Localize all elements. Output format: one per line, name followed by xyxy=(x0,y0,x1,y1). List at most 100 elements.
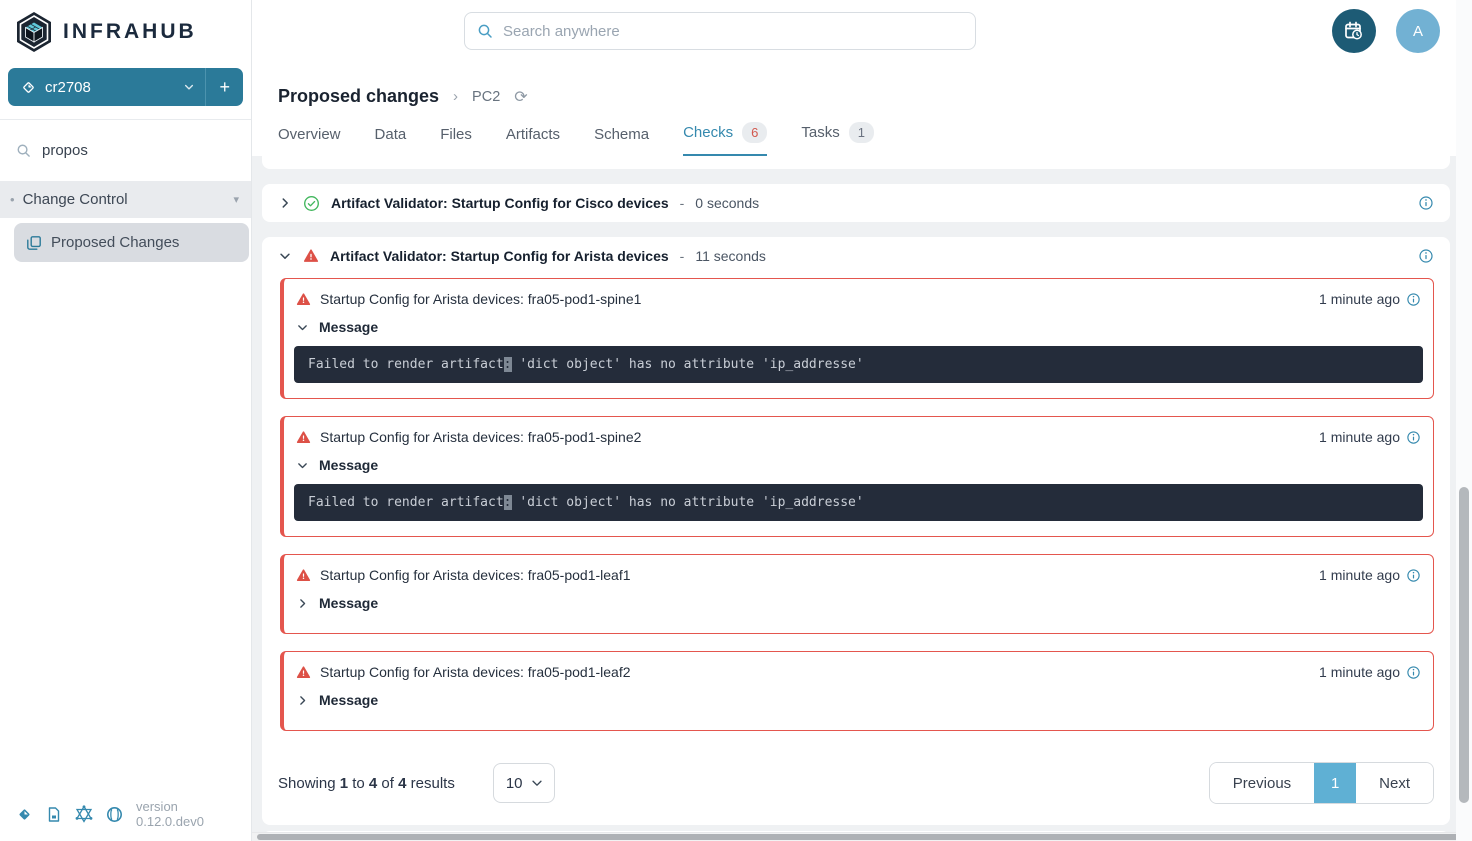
section-label: Change Control xyxy=(23,191,128,208)
pager: Previous 1 Next xyxy=(1209,762,1434,804)
tab-bar: Overview Data Files Artifacts Schema Che… xyxy=(278,122,1472,156)
branch-name: cr2708 xyxy=(45,79,91,96)
sidebar-search-input[interactable] xyxy=(42,142,241,159)
error-triangle-icon xyxy=(296,430,311,445)
next-page-button[interactable]: Next xyxy=(1356,763,1433,803)
message-toggle[interactable]: Message xyxy=(284,686,1433,717)
validator-row-cisco: Artifact Validator: Startup Config for C… xyxy=(262,184,1450,222)
info-icon[interactable] xyxy=(1406,568,1421,583)
check-title: Startup Config for Arista devices: fra05… xyxy=(320,429,641,445)
validator-row-partial xyxy=(262,156,1450,169)
pagination: Showing 1 to 4 of 4 results 10 Previous … xyxy=(262,748,1450,823)
brand-name: INFRAHUB xyxy=(63,20,197,44)
sidebar-spacer xyxy=(0,262,251,787)
tab-overview[interactable]: Overview xyxy=(278,126,341,156)
validator-row-arista: Artifact Validator: Startup Config for A… xyxy=(262,237,1450,825)
user-avatar[interactable]: A xyxy=(1396,9,1440,53)
section-collapse-icon[interactable]: ▾ xyxy=(233,193,239,206)
info-icon[interactable] xyxy=(1406,430,1421,445)
checks-count-badge: 6 xyxy=(742,122,767,143)
breadcrumb: Proposed changes › PC2 ⟳ xyxy=(278,86,1472,107)
tasks-count-badge: 1 xyxy=(849,122,874,143)
docs-icon[interactable] xyxy=(46,806,62,823)
results-summary: Showing 1 to 4 of 4 results xyxy=(278,775,455,792)
checks-list: Artifact Validator: Startup Config for C… xyxy=(252,156,1472,832)
horizontal-scrollbar-thumb[interactable] xyxy=(257,834,1462,840)
previous-page-button[interactable]: Previous xyxy=(1210,763,1314,803)
validator-duration: 11 seconds xyxy=(695,248,766,264)
check-card-spine2: Startup Config for Arista devices: fra05… xyxy=(280,416,1434,537)
check-card-header: Startup Config for Arista devices: fra05… xyxy=(284,555,1433,589)
error-message-code-block: Failed to render artifact: 'dict object'… xyxy=(294,484,1423,521)
main-area: A Proposed changes › PC2 ⟳ Overview Data… xyxy=(252,0,1472,841)
vertical-scrollbar[interactable] xyxy=(1456,0,1472,841)
message-toggle[interactable]: Message xyxy=(284,589,1433,620)
message-label: Message xyxy=(319,692,378,708)
check-title: Startup Config for Arista devices: fra05… xyxy=(320,567,631,583)
tab-schema[interactable]: Schema xyxy=(594,126,649,156)
sidebar: INFRAHUB cr2708 + ✕ • Change Control ▾ xyxy=(0,0,252,841)
tab-checks[interactable]: Checks 6 xyxy=(683,122,767,156)
check-timestamp: 1 minute ago xyxy=(1319,291,1421,307)
page-size-select[interactable]: 10 xyxy=(493,763,555,803)
global-search[interactable] xyxy=(464,12,976,50)
text-cursor: : xyxy=(504,357,512,372)
chevron-down-icon xyxy=(530,776,544,790)
search-icon xyxy=(16,143,31,158)
sidebar-search[interactable]: ✕ xyxy=(0,120,251,181)
tab-artifacts[interactable]: Artifacts xyxy=(506,126,560,156)
validator-separator: - xyxy=(680,195,685,211)
validator-name: Artifact Validator: Startup Config for C… xyxy=(331,195,669,211)
tab-files[interactable]: Files xyxy=(440,126,472,156)
horizontal-scrollbar[interactable] xyxy=(252,832,1472,841)
global-search-input[interactable] xyxy=(503,23,963,40)
validator-duration: 0 seconds xyxy=(695,195,759,211)
chevron-down-icon[interactable] xyxy=(173,81,205,93)
version-label: version 0.12.0.dev0 xyxy=(136,799,237,829)
refresh-icon[interactable]: ⟳ xyxy=(514,87,527,107)
check-timestamp: 1 minute ago xyxy=(1319,664,1421,680)
sidebar-footer: version 0.12.0.dev0 xyxy=(0,787,251,841)
error-message-code-block: Failed to render artifact: 'dict object'… xyxy=(294,346,1423,383)
chevron-down-icon[interactable] xyxy=(278,249,292,263)
message-label: Message xyxy=(319,319,378,335)
check-timestamp: 1 minute ago xyxy=(1319,429,1421,445)
chevron-right-icon xyxy=(296,694,309,707)
graphql-icon[interactable] xyxy=(75,805,93,823)
breadcrumb-item[interactable]: PC2 xyxy=(472,89,500,105)
info-icon[interactable] xyxy=(1418,248,1434,264)
info-icon[interactable] xyxy=(1418,195,1434,211)
validator-name: Artifact Validator: Startup Config for A… xyxy=(330,248,669,264)
chevron-down-icon xyxy=(296,459,309,472)
chevron-right-icon[interactable] xyxy=(278,196,292,210)
sidebar-item-proposed-changes[interactable]: Proposed Changes xyxy=(14,223,249,262)
message-toggle[interactable]: Message xyxy=(284,451,1433,482)
validator-header[interactable]: Artifact Validator: Startup Config for C… xyxy=(262,184,1450,222)
create-branch-button[interactable]: + xyxy=(206,68,243,106)
content-header: Proposed changes › PC2 ⟳ Overview Data F… xyxy=(252,62,1472,156)
chevron-down-icon xyxy=(296,321,309,334)
tab-tasks[interactable]: Tasks 1 xyxy=(801,122,874,156)
app-logo[interactable]: INFRAHUB xyxy=(0,0,251,63)
object-store-icon[interactable] xyxy=(16,806,33,823)
message-label: Message xyxy=(319,595,378,611)
error-triangle-icon xyxy=(303,248,319,264)
vertical-scrollbar-thumb[interactable] xyxy=(1459,487,1469,803)
check-card-header: Startup Config for Arista devices: fra05… xyxy=(284,652,1433,686)
page-1-button[interactable]: 1 xyxy=(1314,763,1356,803)
schedule-button[interactable] xyxy=(1332,9,1376,53)
check-card-header: Startup Config for Arista devices: fra05… xyxy=(284,417,1433,451)
tab-data[interactable]: Data xyxy=(375,126,407,156)
branch-selector[interactable]: cr2708 + xyxy=(8,68,243,106)
swagger-api-icon[interactable] xyxy=(106,806,123,823)
message-toggle[interactable]: Message xyxy=(284,313,1433,344)
info-icon[interactable] xyxy=(1406,665,1421,680)
validator-header[interactable]: Artifact Validator: Startup Config for A… xyxy=(262,237,1450,275)
breadcrumb-separator-icon: › xyxy=(453,88,458,105)
infrahub-hexagon-logo-icon xyxy=(14,11,54,53)
info-icon[interactable] xyxy=(1406,292,1421,307)
error-triangle-icon xyxy=(296,665,311,680)
section-bullet-icon: • xyxy=(10,192,15,207)
sidebar-section-change-control[interactable]: • Change Control ▾ xyxy=(0,181,251,218)
error-triangle-icon xyxy=(296,568,311,583)
